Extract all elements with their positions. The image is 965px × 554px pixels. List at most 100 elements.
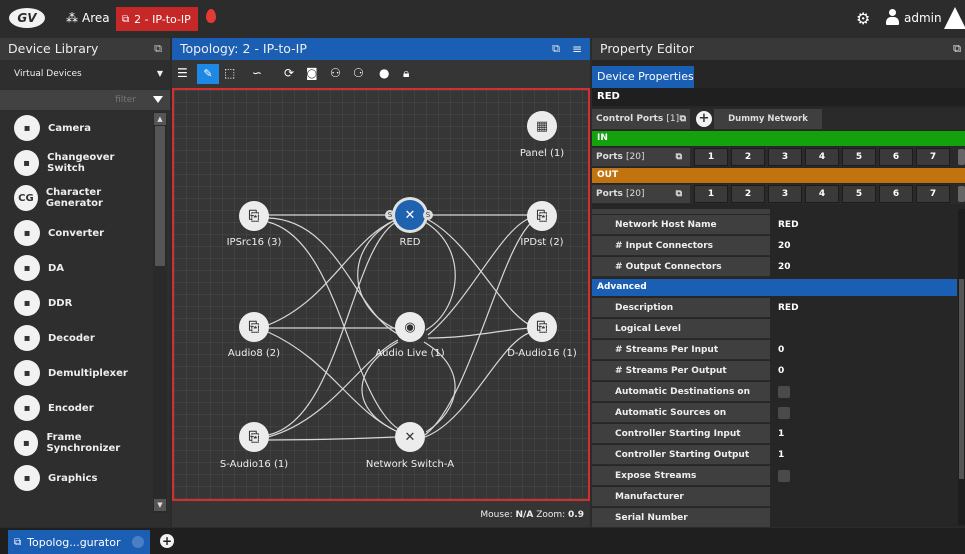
popout-icon[interactable]: ⧉ — [953, 38, 961, 60]
add-circle-icon[interactable]: + — [696, 111, 712, 127]
in-port-number[interactable]: 1 — [694, 148, 728, 166]
device-name-bar: RED — [592, 88, 965, 106]
control-ports-label: Control Ports — [596, 114, 664, 124]
topology-link — [267, 219, 396, 326]
property-value[interactable]: RED — [778, 298, 799, 318]
control-ports-count: [1] — [666, 114, 680, 124]
control-ports-row: Control Ports [1] ⧉ + Dummy Network Swit… — [592, 108, 965, 144]
mouse-label: Mouse: — [480, 510, 513, 520]
bottom-tab-bar: ⧉ Topolog...gurator + — [0, 528, 965, 554]
property-row-label: Automatic Sources on Outputs — [592, 403, 770, 438]
audio8-node-label: Audio8 (2) — [227, 348, 281, 359]
next-ports-icon[interactable] — [958, 149, 965, 165]
topology-link — [267, 217, 401, 336]
property-row-label: Description — [592, 298, 770, 318]
ports-count: [20] — [626, 152, 645, 162]
ipdst-node-icon[interactable]: ⎘ — [527, 201, 557, 231]
property-editor-header: Property Editor ⧉ — [592, 38, 965, 60]
red-left-port-icon[interactable]: S — [385, 210, 395, 220]
property-row-label: Logical Level — [592, 319, 770, 339]
out-port-number[interactable]: 4 — [805, 185, 839, 203]
property-checkbox[interactable] — [778, 407, 790, 419]
property-row-label: # Streams Per Output — [592, 361, 770, 381]
out-port-number[interactable]: 6 — [879, 185, 913, 203]
dummy-network-switch-button[interactable]: Dummy Network Switch — [714, 109, 822, 144]
property-value[interactable]: 20 — [778, 257, 791, 277]
next-ports-icon[interactable] — [958, 186, 965, 202]
daudio-node-icon[interactable]: ⎘ — [527, 312, 557, 342]
mouse-value: N/A — [515, 510, 534, 520]
topology-link — [424, 217, 531, 326]
property-checkbox[interactable] — [778, 386, 790, 398]
property-row-label: Expose Streams — [592, 466, 770, 486]
in-port-number[interactable]: 5 — [842, 148, 876, 166]
topology-link — [427, 217, 531, 336]
topology-link — [357, 219, 399, 331]
ipdst-node-label: IPDst (2) — [520, 237, 564, 248]
property-value[interactable]: 20 — [778, 236, 791, 256]
topology-link — [424, 221, 456, 331]
property-row-spacer — [592, 209, 770, 214]
ports-label: Ports — [596, 189, 623, 199]
close-tab-icon[interactable] — [132, 536, 144, 548]
property-row-label: Automatic Destinations on Inputs — [592, 382, 770, 417]
audiolive-node-label: Audio Live (1) — [375, 348, 445, 359]
property-row-label: # Streams Per Input — [592, 340, 770, 360]
popout-icon: ⧉ — [675, 152, 682, 162]
out-port-number[interactable]: 5 — [842, 185, 876, 203]
property-value[interactable]: 1 — [778, 424, 784, 444]
in-port-number[interactable]: 2 — [731, 148, 765, 166]
topology-configurator-tab-label: Topolog...gurator — [27, 535, 121, 549]
in-port-number[interactable]: 4 — [805, 148, 839, 166]
red-node-label: RED — [399, 237, 421, 248]
audio8-node-icon[interactable]: ⎘ — [239, 312, 269, 342]
zoom-value: 0.9 — [568, 510, 584, 520]
saudio-node-icon[interactable]: ⎘ — [239, 422, 269, 452]
property-value[interactable]: 0 — [778, 340, 784, 360]
in-port-number[interactable]: 7 — [916, 148, 950, 166]
ipsrc-node-icon[interactable]: ⎘ — [239, 201, 269, 231]
device-properties-tab[interactable]: Device Properties — [592, 66, 694, 88]
audiolive-node-icon[interactable]: ◉ — [395, 312, 425, 342]
topology-icon: ⧉ — [14, 536, 22, 548]
daudio-node-label: D-Audio16 (1) — [507, 348, 577, 359]
topology-link — [267, 436, 396, 441]
ports-count: [20] — [626, 189, 645, 199]
property-row-label: Manufacturer — [592, 487, 770, 507]
property-row-label: # Output Connectors — [592, 257, 770, 277]
property-editor-title: Property Editor — [600, 41, 694, 56]
canvas-status-bar: Mouse: N/A Zoom: 0.9 — [172, 505, 590, 525]
out-port-number[interactable]: 3 — [768, 185, 802, 203]
in-ports-button[interactable]: Ports [20] ⧉ — [592, 148, 690, 166]
out-port-number[interactable]: 7 — [916, 185, 950, 203]
out-ports-button[interactable]: Ports [20] ⧉ — [592, 185, 690, 203]
property-row-label: Network Host Name — [592, 215, 770, 235]
properties-table: Network Host Name RED # Input Connectors 20… — [592, 209, 957, 527]
in-section-bar: IN — [592, 131, 965, 146]
advanced-section-bar[interactable]: Advanced — [592, 279, 957, 296]
out-port-number[interactable]: 1 — [694, 185, 728, 203]
saudio-node-label: S-Audio16 (1) — [219, 459, 289, 470]
red-switch-node-icon[interactable]: ✕ — [395, 200, 425, 230]
property-checkbox[interactable] — [778, 470, 790, 482]
network-switch-a-node-icon[interactable]: ✕ — [395, 422, 425, 452]
in-port-number[interactable]: 6 — [879, 148, 913, 166]
property-editor-panel: Property Editor ⧉ Device Properties RED … — [592, 38, 965, 527]
properties-scrollbar[interactable] — [958, 209, 965, 525]
property-row-label: Controller Starting Output — [592, 445, 770, 465]
in-port-number[interactable]: 3 — [768, 148, 802, 166]
ports-label: Ports — [596, 152, 623, 162]
topology-configurator-tab[interactable]: ⧉ Topolog...gurator — [8, 530, 150, 554]
property-row-label: # Input Connectors — [592, 236, 770, 256]
out-port-number[interactable]: 2 — [731, 185, 765, 203]
property-value[interactable]: 0 — [778, 361, 784, 381]
control-ports-button[interactable]: Control Ports [1] ⧉ — [592, 109, 690, 129]
popout-icon: ⧉ — [675, 189, 682, 199]
panel-node-icon[interactable]: ▦ — [527, 111, 557, 141]
add-tab-icon[interactable]: + — [160, 534, 174, 548]
red-right-port-icon[interactable]: S — [423, 210, 433, 220]
property-value[interactable]: RED — [778, 215, 799, 235]
out-ports-row: Ports [20] ⧉ 1 2 3 4 5 6 7 — [592, 184, 965, 204]
property-value[interactable]: 1 — [778, 445, 784, 465]
scrollbar-thumb[interactable] — [959, 279, 964, 479]
